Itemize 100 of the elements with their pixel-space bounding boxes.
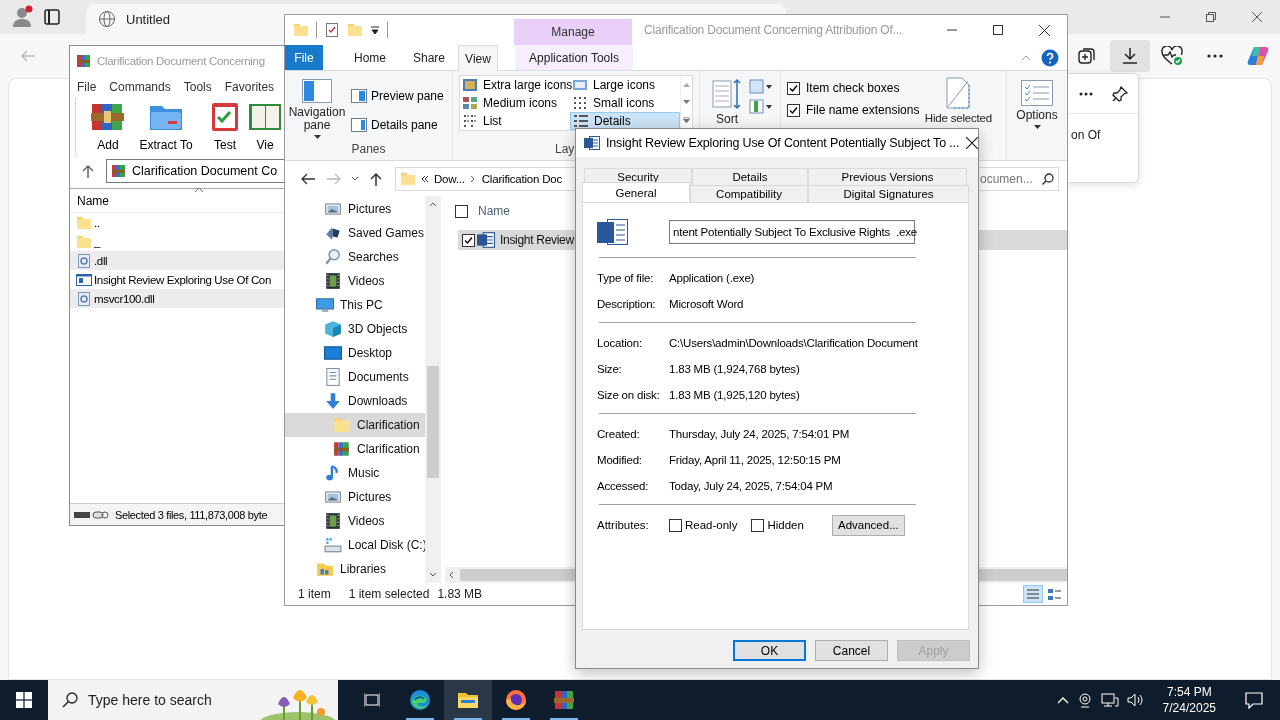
dialog-tab[interactable]: Compatibility: [690, 185, 808, 202]
tab-actions-icon: [44, 9, 60, 25]
file-row[interactable]: msvcr100.dll: [70, 289, 284, 308]
tree-item[interactable]: Libraries: [285, 557, 425, 581]
tree-item[interactable]: Pictures: [285, 197, 425, 221]
toolbar-button[interactable]: Extract To: [130, 98, 202, 152]
checkbox-option[interactable]: Hidden: [751, 518, 804, 532]
pane-button[interactable]: Preview pane: [349, 83, 446, 109]
tree-item[interactable]: Videos: [285, 509, 425, 533]
dialog-tab[interactable]: Previous Versions: [808, 168, 967, 185]
tree-item[interactable]: Clarification: [285, 413, 425, 437]
window-title: Clarification Document Concerning: [97, 55, 265, 67]
tree-item[interactable]: Music: [285, 461, 425, 485]
advanced-button[interactable]: Advanced...: [831, 514, 905, 536]
ribbon-tab[interactable]: View: [458, 45, 498, 71]
folder-icon: [76, 233, 92, 250]
file-row[interactable]: Insight Review Exploring Use Of Con: [70, 270, 284, 289]
pin-icon: [1111, 84, 1129, 103]
menu-item[interactable]: Favorites: [224, 80, 275, 94]
layout-option[interactable]: Extra large icons: [460, 76, 570, 94]
scroll-left-icon: [449, 571, 454, 579]
menu-item[interactable]: File: [77, 80, 97, 94]
more-icon: [1207, 54, 1223, 58]
tree-item[interactable]: Videos: [285, 269, 425, 293]
tree-item[interactable]: Desktop: [285, 341, 425, 365]
tree-item[interactable]: Clarification: [285, 437, 425, 461]
property-label: Attributes:: [597, 519, 650, 531]
overflow-chevrons-icon: [421, 174, 429, 183]
select-all-checkbox[interactable]: [455, 204, 468, 218]
dropdown-caret-icon: [313, 135, 321, 139]
dialog-button[interactable]: OK: [733, 640, 806, 661]
property-label: Type of file:: [597, 272, 655, 284]
tree-item[interactable]: Documents: [285, 365, 425, 389]
dialog-tab[interactable]: Details: [692, 168, 808, 185]
column-header[interactable]: Name: [77, 193, 109, 208]
document-icon: [324, 368, 342, 386]
dialog-tab[interactable]: General: [582, 182, 690, 202]
options-button[interactable]: Options: [1007, 75, 1067, 142]
tree-item[interactable]: Searches: [285, 245, 425, 269]
menu-item[interactable]: Commands: [109, 80, 171, 94]
archive-icon: [111, 163, 127, 179]
file-row[interactable]: .dll: [70, 251, 284, 270]
property-label: Accessed:: [597, 480, 650, 492]
toolbar-button[interactable]: Test: [202, 98, 248, 152]
layout-option[interactable]: Small icons: [570, 94, 680, 112]
help-icon[interactable]: [1041, 48, 1059, 67]
network-icon: [1100, 692, 1119, 708]
navigation-pane-button[interactable]: Navigation pane: [285, 75, 349, 142]
file-name-field[interactable]: ntent Potentially Subject To Exclusive Rights .exe: [669, 220, 915, 244]
tree-item[interactable]: This PC: [285, 293, 425, 317]
sort-caret-icon: [194, 187, 204, 193]
checkbox[interactable]: [669, 518, 682, 532]
scroll-down-icon: [683, 100, 690, 104]
layout-option[interactable]: Medium icons: [460, 94, 570, 112]
scroll-up-icon: [683, 82, 690, 87]
checkbox[interactable]: [787, 81, 800, 95]
property-label: Size:: [597, 363, 623, 375]
tree-item[interactable]: Saved Games: [285, 221, 425, 245]
ribbon-tab[interactable]: Home: [339, 45, 401, 70]
globe-icon: [98, 10, 116, 28]
column-header[interactable]: Name: [478, 204, 510, 218]
breadcrumb-item[interactable]: Clarification Doc: [481, 172, 563, 185]
dropdown-caret-icon: [351, 176, 359, 181]
ribbon-tab[interactable]: File: [285, 45, 323, 70]
toolbar-button[interactable]: Vie: [248, 98, 282, 152]
downloads-button[interactable]: [1110, 40, 1150, 72]
checkbox-option[interactable]: Item check boxes: [787, 77, 920, 99]
checkbox-option[interactable]: Read-only: [669, 518, 738, 532]
checkbox[interactable]: [462, 233, 475, 247]
property-label: Location:: [597, 337, 643, 349]
file-row[interactable]: ..: [70, 213, 284, 232]
checkbox[interactable]: [787, 103, 800, 117]
toolbar-button[interactable]: Add: [86, 98, 130, 152]
search-field[interactable]: Type here to search: [48, 680, 338, 720]
download-arrow-icon: [324, 392, 342, 410]
copilot-icon: [1247, 45, 1269, 67]
layout-option[interactable]: List: [460, 112, 570, 130]
checkbox[interactable]: [751, 518, 765, 532]
tree-item[interactable]: Pictures: [285, 485, 425, 509]
pane-button[interactable]: Details pane: [349, 112, 446, 138]
search-icon: [324, 248, 342, 266]
taskbar-app-button[interactable]: [444, 680, 492, 720]
dialog-button[interactable]: Cancel: [815, 640, 888, 661]
speaker-icon: [1126, 692, 1145, 708]
ribbon-tab[interactable]: Share: [401, 45, 457, 70]
details-view-icon: [1025, 587, 1041, 601]
clock-time: 7:54 PM: [1166, 684, 1212, 700]
checkbox-option[interactable]: File name extensions: [787, 99, 920, 121]
view-button[interactable]: [1023, 585, 1043, 603]
file-row[interactable]: _: [70, 232, 284, 251]
edge-browser-icon: [408, 688, 432, 712]
menu-item[interactable]: Tools: [183, 80, 212, 94]
ribbon-tab[interactable]: Application Tools: [515, 45, 633, 70]
breadcrumb-item[interactable]: Dow...: [434, 172, 465, 185]
dialog-tab[interactable]: Digital Signatures: [808, 185, 969, 202]
drive-icon: [324, 536, 342, 554]
tree-item[interactable]: 3D Objects: [285, 317, 425, 341]
tree-item[interactable]: Downloads: [285, 389, 425, 413]
heart-pulse-icon: [1161, 46, 1183, 66]
archive-icon: [76, 53, 92, 69]
